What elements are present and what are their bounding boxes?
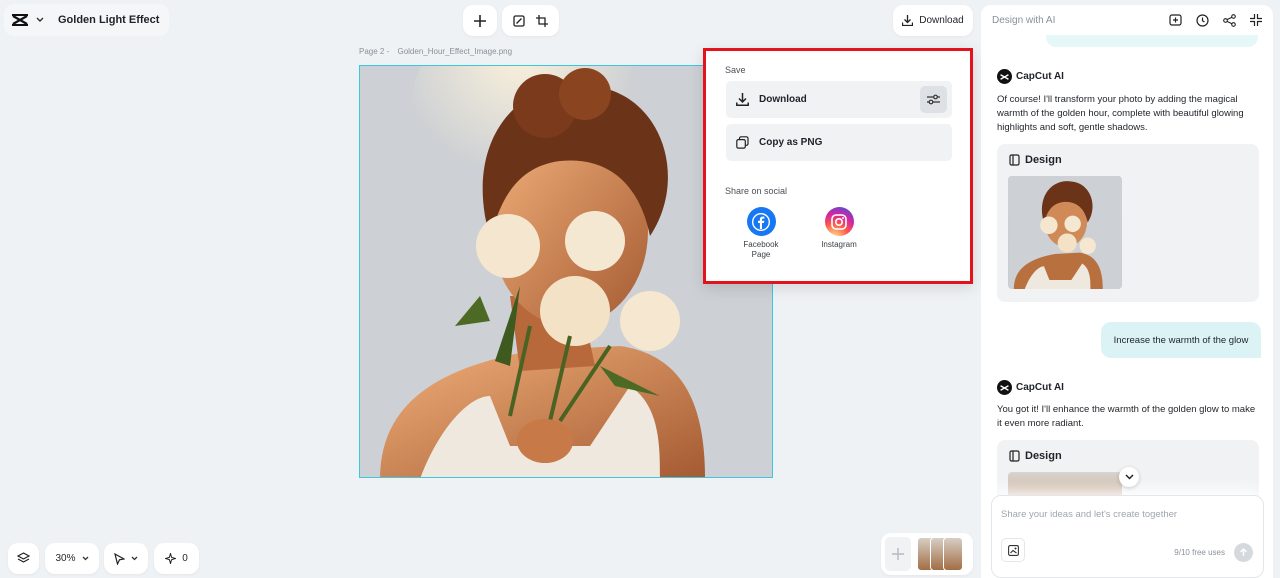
scroll-down-button[interactable] bbox=[1119, 467, 1139, 487]
copy-icon bbox=[736, 136, 749, 149]
attach-image-button[interactable] bbox=[1001, 538, 1025, 562]
chat-header: Design with AI bbox=[981, 5, 1273, 35]
new-chat-icon[interactable] bbox=[1169, 13, 1182, 27]
page-thumbnail[interactable] bbox=[943, 537, 963, 571]
download-settings-button[interactable] bbox=[920, 86, 947, 113]
previous-user-bubble bbox=[1046, 35, 1258, 47]
ai-header: CapCut AI bbox=[997, 380, 1064, 395]
canvas-tools bbox=[502, 5, 559, 36]
download-option-label: Download bbox=[759, 94, 807, 105]
capcut-ai-avatar-icon bbox=[997, 69, 1012, 84]
download-icon bbox=[902, 15, 914, 26]
copy-option-label: Copy as PNG bbox=[759, 137, 823, 148]
file-name[interactable]: Golden_Hour_Effect_Image.png bbox=[397, 47, 512, 56]
ai-name: CapCut AI bbox=[1016, 71, 1064, 82]
ai-message-text: You got it! I'll enhance the warmth of t… bbox=[997, 404, 1256, 429]
design-card-label: Design bbox=[1009, 154, 1062, 166]
design-card-label: Design bbox=[1009, 450, 1062, 462]
crop-icon[interactable] bbox=[535, 14, 548, 27]
history-icon[interactable] bbox=[1196, 13, 1209, 27]
facebook-icon bbox=[746, 207, 776, 236]
user-message: Increase the warmth of the glow bbox=[1101, 322, 1261, 358]
share-instagram[interactable]: Instagram bbox=[804, 207, 874, 250]
sparkle-icon bbox=[165, 553, 177, 564]
design-with-ai-panel: Design with AI CapCut AI Of course! I'll… bbox=[981, 5, 1273, 578]
chevron-down-icon bbox=[82, 556, 89, 561]
pages-strip bbox=[881, 533, 973, 575]
download-option[interactable]: Download bbox=[726, 81, 952, 118]
share-icon[interactable] bbox=[1223, 13, 1236, 27]
collapse-icon[interactable] bbox=[1250, 13, 1262, 27]
usage-counter: 9/10 free uses bbox=[1174, 548, 1225, 557]
plus-icon bbox=[892, 548, 904, 560]
design-icon bbox=[1009, 154, 1020, 166]
share-facebook-page[interactable]: Facebook Page bbox=[726, 207, 796, 260]
layers-button[interactable] bbox=[8, 543, 39, 574]
copy-as-png-option[interactable]: Copy as PNG bbox=[726, 124, 952, 161]
layers-icon bbox=[17, 552, 30, 565]
download-menu: Save Download Copy as PNG Share on socia… bbox=[703, 48, 973, 284]
page-thumbnails[interactable] bbox=[917, 537, 965, 571]
project-menu[interactable]: Golden Light Effect bbox=[4, 4, 170, 36]
save-heading: Save bbox=[725, 65, 746, 75]
pointer-tool[interactable] bbox=[104, 543, 148, 574]
ai-name: CapCut AI bbox=[1016, 382, 1064, 393]
magic-count: 0 bbox=[182, 553, 188, 564]
facebook-label-line2: Page bbox=[751, 250, 771, 259]
chevron-down-icon[interactable] bbox=[36, 17, 44, 23]
page-label: Page 2 - Golden_Hour_Effect_Image.png bbox=[359, 47, 518, 56]
share-heading: Share on social bbox=[725, 186, 788, 196]
facebook-label-line1: Facebook bbox=[743, 240, 779, 249]
download-icon bbox=[736, 93, 749, 106]
chat-input-placeholder[interactable]: Share your ideas and let's create togeth… bbox=[1001, 509, 1177, 520]
chevron-down-icon bbox=[131, 556, 138, 561]
document-title[interactable]: Golden Light Effect bbox=[58, 14, 159, 26]
design-card[interactable]: Design bbox=[997, 144, 1259, 302]
image-upload-icon bbox=[1007, 544, 1019, 556]
chat-input-box[interactable]: Share your ideas and let's create togeth… bbox=[991, 495, 1264, 578]
arrow-up-icon bbox=[1239, 548, 1248, 557]
ai-magic-counter[interactable]: 0 bbox=[154, 543, 199, 574]
ai-message-text: Of course! I'll transform your photo by … bbox=[997, 94, 1244, 133]
add-button[interactable] bbox=[463, 5, 497, 36]
download-button[interactable]: Download bbox=[893, 5, 973, 36]
capcut-ai-avatar-icon bbox=[997, 380, 1012, 395]
add-page-button[interactable] bbox=[885, 537, 911, 571]
design-label: Design bbox=[1025, 154, 1062, 166]
cursor-icon bbox=[114, 552, 125, 565]
page-number: Page 2 - bbox=[359, 47, 390, 56]
zoom-value: 30% bbox=[55, 553, 76, 564]
capcut-logo-icon bbox=[12, 13, 28, 27]
design-label: Design bbox=[1025, 450, 1062, 462]
design-icon bbox=[1009, 450, 1020, 462]
chevron-down-icon bbox=[1124, 474, 1134, 480]
instagram-label: Instagram bbox=[821, 240, 857, 249]
zoom-control[interactable]: 30% bbox=[45, 543, 99, 574]
instagram-icon bbox=[824, 207, 854, 236]
download-button-label: Download bbox=[919, 15, 964, 26]
chat-title: Design with AI bbox=[992, 14, 1056, 26]
send-button[interactable] bbox=[1234, 543, 1253, 562]
sliders-icon bbox=[927, 94, 940, 105]
plus-icon bbox=[474, 14, 486, 27]
resize-icon[interactable] bbox=[513, 14, 525, 27]
design-thumbnail[interactable] bbox=[1008, 176, 1122, 289]
ai-header: CapCut AI bbox=[997, 69, 1064, 84]
